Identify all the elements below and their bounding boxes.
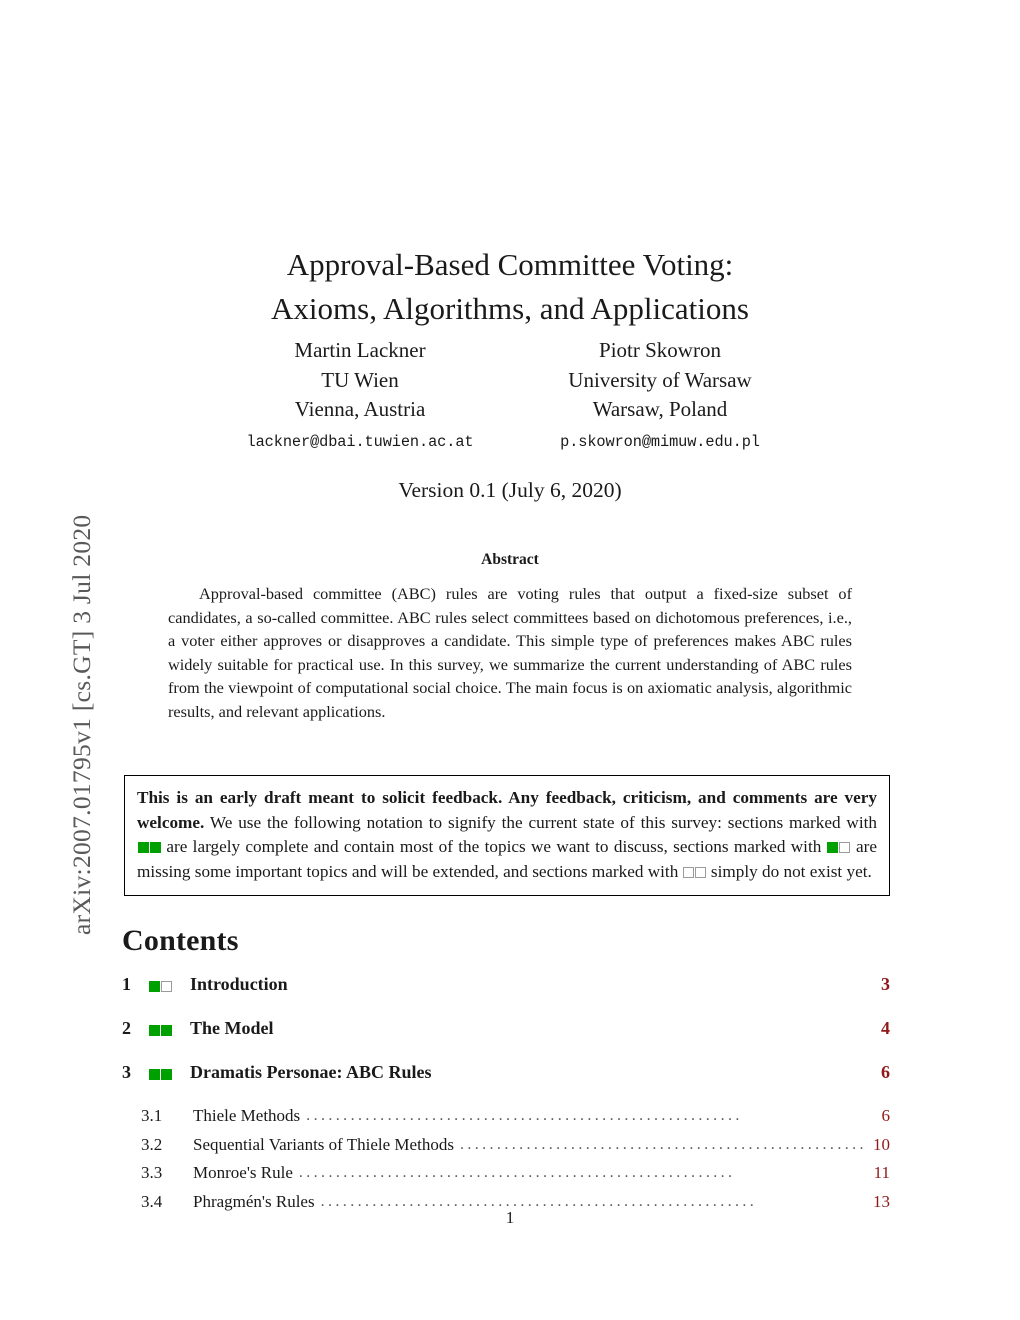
title-line-2: Axioms, Algorithms, and Applications [271,290,749,326]
toc-section-introduction[interactable]: 1 Introduction 3 [122,974,890,1018]
author-affiliation: TU Wien [321,367,399,392]
marker-missing [683,862,707,881]
author-entry: Piotr Skowron University of Warsaw Warsa… [510,336,810,456]
page-title: Approval-Based Committee Voting: Axioms,… [180,243,840,331]
toc-section-dramatis-personae[interactable]: 3 Dramatis Personae: ABC Rules 6 [122,1062,890,1106]
toc-section-the-model[interactable]: 2 The Model 4 [122,1018,890,1062]
author-location: Warsaw, Poland [592,397,728,421]
author-name: Piotr Skowron [599,338,721,362]
toc-section-page: 3 [881,974,890,994]
author-email[interactable]: lackner@dbai.tuwien.ac.at [210,425,510,456]
toc-subsection-title: Monroe's Rule [193,1163,293,1182]
filled-square-icon [148,981,160,992]
toc-section-number: 3 [122,1062,131,1082]
toc-leader-dots: ........................................… [459,1135,864,1153]
marker-partial [827,837,851,856]
empty-square-icon [695,866,707,878]
filled-square-icon [827,842,839,854]
toc-section-title: Introduction [190,974,288,994]
draft-notice-text: This is an early draft meant to solicit … [137,786,877,884]
version-line: Version 0.1 (July 6, 2020) [398,478,622,502]
marker-partial [148,975,172,996]
empty-square-icon [839,842,851,854]
abstract-heading: Abstract [481,551,539,568]
marker-complete [137,837,161,856]
toc-section-page: 4 [881,1018,890,1038]
table-of-contents: 1 Introduction 3 2 The Model 4 3 Dramati… [122,974,890,1220]
filled-square-icon [160,1069,172,1080]
toc-section-page: 6 [881,1062,890,1082]
toc-subsection-row: Thiele Methods .........................… [193,1106,864,1126]
toc-section-title: The Model [190,1018,274,1038]
toc-subsection-row: Sequential Variants of Thiele Methods ..… [193,1135,864,1155]
toc-subsection-title: Thiele Methods [193,1106,301,1125]
author-entry: Martin Lackner TU Wien Vienna, Austria l… [210,336,510,456]
author-location: Vienna, Austria [294,397,426,421]
toc-subsection-monroes-rule[interactable]: 3.3 Monroe's Rule ......................… [122,1163,890,1192]
toc-section-title: Dramatis Personae: ABC Rules [190,1062,432,1082]
toc-subsection-number: 3.1 [141,1106,163,1125]
toc-subsection-page: 6 [881,1106,891,1125]
abstract-body: Approval-based committee (ABC) rules are… [168,582,852,723]
toc-subsection-thiele-methods[interactable]: 3.1 Thiele Methods .....................… [122,1106,890,1135]
author-affiliation: University of Warsaw [568,367,752,392]
filled-square-icon [148,1069,160,1080]
empty-square-icon [683,866,695,878]
toc-subsection-title: Sequential Variants of Thiele Methods [193,1134,454,1154]
filled-square-icon [149,842,161,854]
empty-square-icon [160,981,172,992]
toc-subsection-row: Monroe's Rule ..........................… [193,1163,864,1183]
draft-notice-part-1: We use the following notation to signify… [204,812,877,832]
paper-page: Approval-Based Committee Voting: Axioms,… [0,0,1020,1320]
author-email[interactable]: p.skowron@mimuw.edu.pl [510,425,810,456]
toc-section-number: 1 [122,974,131,994]
toc-section-number: 2 [122,1018,131,1038]
contents-heading: Contents [122,924,239,957]
marker-complete [148,1063,172,1084]
filled-square-icon [137,842,149,854]
author-name: Martin Lackner [294,338,426,362]
title-line-1: Approval-Based Committee Voting: [286,246,734,282]
toc-subsection-sequential-variants[interactable]: 3.2 Sequential Variants of Thiele Method… [122,1135,890,1164]
abstract-paragraph: Approval-based committee (ABC) rules are… [168,584,852,721]
toc-subsection-page: 10 [873,1134,890,1154]
toc-leader-dots: ........................................… [298,1164,736,1181]
filled-square-icon [160,1025,172,1036]
toc-subsection-number: 3.2 [141,1134,163,1154]
toc-leader-dots: ........................................… [306,1107,743,1124]
toc-subsection-page: 11 [873,1163,890,1182]
marker-complete [148,1019,172,1040]
filled-square-icon [148,1025,160,1036]
author-block: Martin Lackner TU Wien Vienna, Austria l… [180,336,840,456]
draft-notice-box: This is an early draft meant to solicit … [124,775,890,897]
toc-subsection-number: 3.3 [141,1163,163,1182]
draft-notice-part-4: simply do not exist yet. [706,861,872,881]
page-footer-number: 1 [505,1208,515,1227]
draft-notice-part-2: are largely complete and contain most of… [161,837,827,857]
